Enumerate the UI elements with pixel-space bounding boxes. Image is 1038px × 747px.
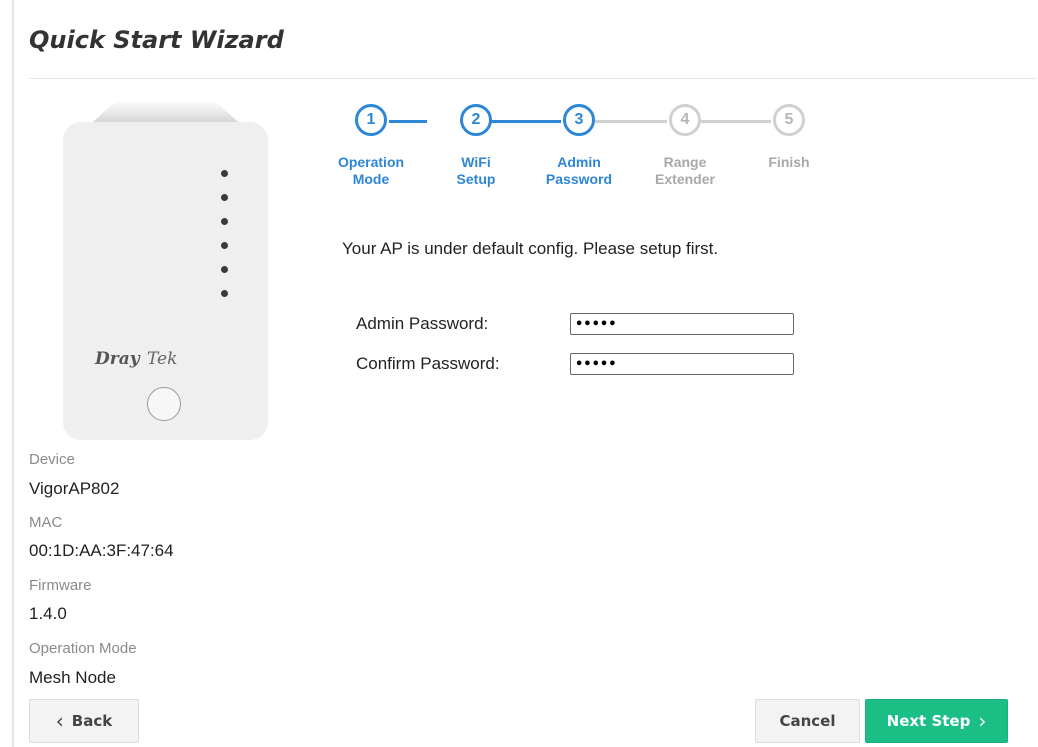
device-image: Dray Tek — [63, 100, 268, 440]
admin-password-field[interactable] — [570, 313, 794, 335]
firmware-label: Firmware — [29, 577, 92, 594]
firmware-value: 1.4.0 — [29, 604, 67, 623]
cancel-button[interactable]: Cancel — [755, 699, 860, 743]
step-label-line: Operation — [337, 154, 405, 170]
step-label-line: Finish — [768, 154, 810, 170]
step-2-label: WiFi Setup — [431, 154, 521, 188]
back-button-label: Back — [71, 712, 113, 730]
step-label-line: Admin — [557, 154, 601, 170]
led-indicator — [221, 266, 228, 273]
wizard-stepper: 1 2 3 4 5 Operation Mode WiFi Setup Admi… — [325, 104, 845, 194]
device-value: VigorAP802 — [29, 479, 120, 498]
step-label-line: Mode — [352, 171, 390, 187]
device-body: Dray Tek — [63, 122, 268, 440]
step-3-indicator: 3 — [563, 104, 595, 136]
step-1-label: Operation Mode — [326, 154, 416, 188]
step-label-line: Setup — [456, 171, 496, 187]
chevron-left-icon: ‹ — [55, 709, 64, 733]
step-connector — [491, 120, 561, 123]
step-connector — [701, 120, 771, 123]
step-3-label: Admin Password — [534, 154, 624, 188]
step-2-indicator: 2 — [460, 104, 492, 136]
device-button — [147, 387, 181, 421]
step-5-label: Finish — [744, 154, 834, 171]
led-indicator — [221, 170, 228, 177]
device-logo: Tek — [147, 349, 178, 369]
led-indicator — [221, 194, 228, 201]
led-indicator — [221, 290, 228, 297]
operation-mode-label: Operation Mode — [29, 640, 137, 657]
step-connector — [595, 120, 667, 123]
device-top-edge — [92, 100, 239, 122]
led-indicator — [221, 218, 228, 225]
step-label-line: Extender — [655, 171, 715, 187]
led-indicator — [221, 242, 228, 249]
step-label-line: WiFi — [461, 154, 491, 170]
mac-label: MAC — [29, 514, 63, 531]
step-label-line: Password — [545, 171, 613, 187]
step-1-indicator: 1 — [355, 104, 387, 136]
back-button[interactable]: ‹ Back — [29, 699, 139, 743]
admin-password-label: Admin Password: — [356, 314, 489, 333]
setup-message: Your AP is under default config. Please … — [342, 239, 719, 258]
page-title: Quick Start Wizard — [29, 26, 284, 54]
step-connector — [389, 120, 427, 123]
next-step-button-label: Next Step — [886, 712, 971, 730]
step-5-indicator: 5 — [773, 104, 805, 136]
confirm-password-label: Confirm Password: — [356, 354, 500, 373]
cancel-button-label: Cancel — [779, 712, 836, 730]
mac-value: 00:1D:AA:3F:47:64 — [29, 541, 174, 560]
next-step-button[interactable]: Next Step › — [865, 699, 1008, 743]
step-4-label: Range Extender — [640, 154, 730, 188]
chevron-right-icon: › — [978, 709, 987, 733]
title-divider — [29, 78, 1037, 79]
device-label: Device — [29, 451, 75, 468]
step-4-indicator: 4 — [669, 104, 701, 136]
left-border — [12, 0, 14, 747]
confirm-password-field[interactable] — [570, 353, 794, 375]
step-label-line: Range — [663, 154, 707, 170]
operation-mode-value: Mesh Node — [29, 668, 116, 687]
device-logo: Dray — [95, 349, 140, 369]
